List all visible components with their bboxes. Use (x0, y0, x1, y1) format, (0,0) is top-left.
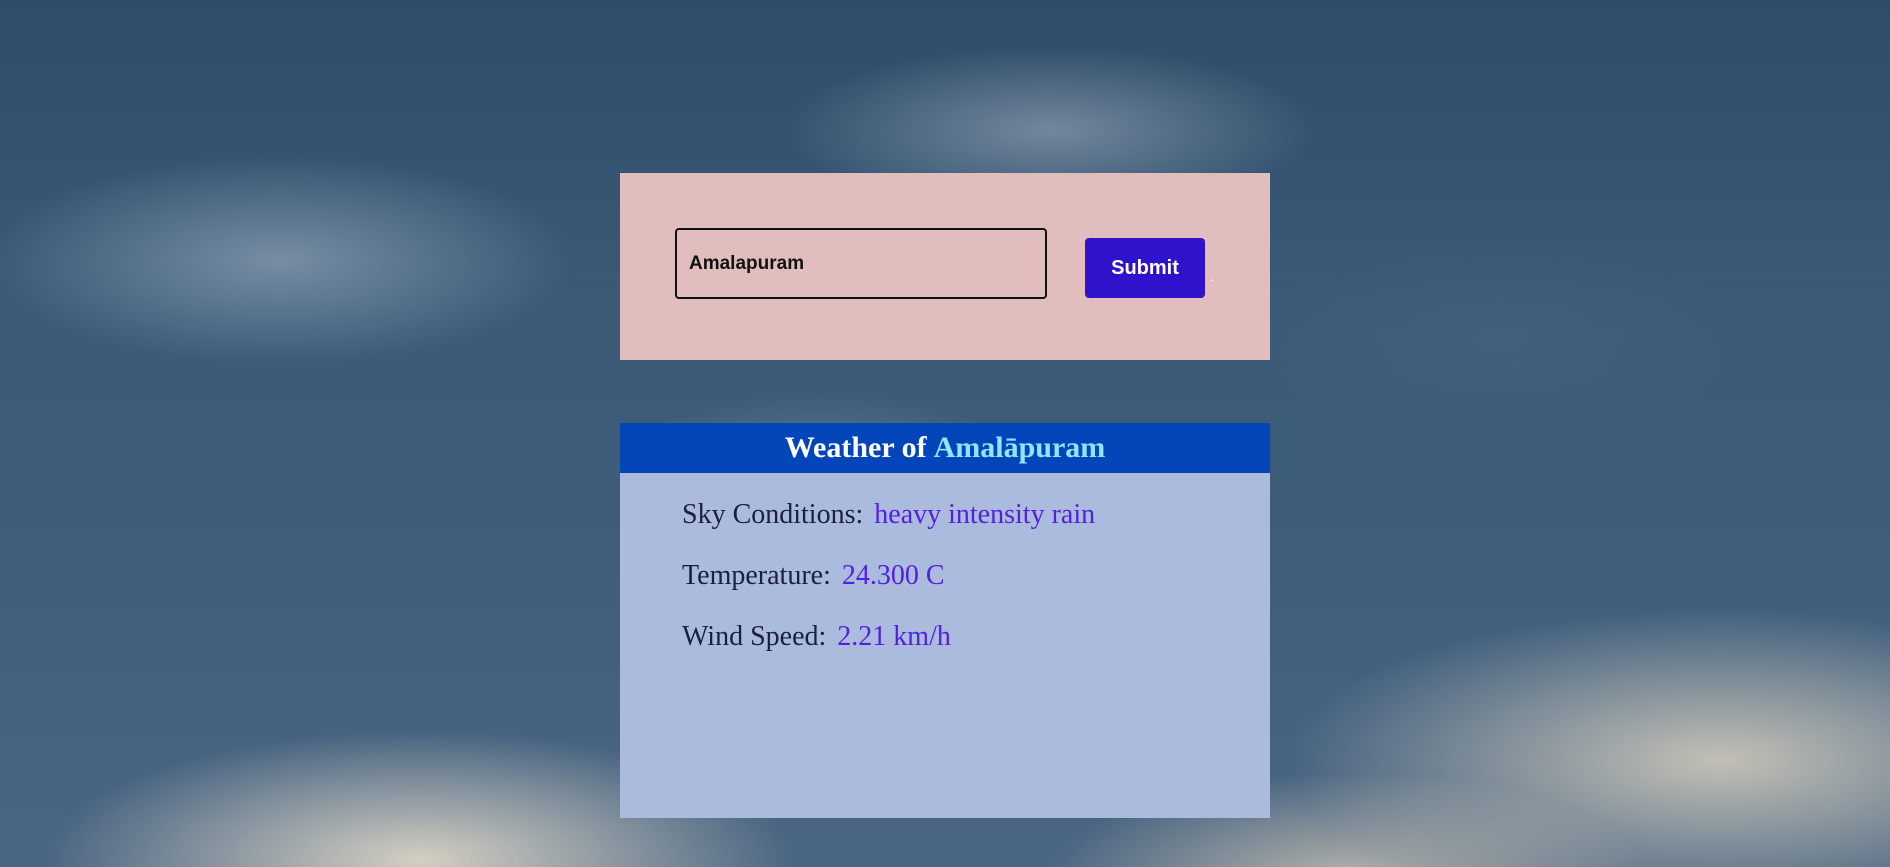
weather-city-name: Amalāpuram (933, 431, 1106, 464)
temperature-row: Temperature: 24.300 C (682, 558, 1270, 619)
trailing-dot: . (1210, 268, 1214, 284)
city-search-input[interactable] (675, 228, 1047, 299)
weather-app-page: { "search": { "value": "Amalapuram", "su… (0, 0, 1890, 867)
sky-conditions-row: Sky Conditions: heavy intensity rain (682, 497, 1270, 558)
weather-details: Sky Conditions: heavy intensity rain Tem… (620, 473, 1270, 680)
submit-button[interactable]: Submit (1085, 238, 1205, 298)
temperature-label: Temperature: (682, 560, 831, 591)
sky-conditions-value: heavy intensity rain (874, 499, 1096, 530)
wind-speed-row: Wind Speed: 2.21 km/h (682, 619, 1270, 680)
search-panel: Submit . (620, 173, 1270, 360)
weather-card-header: Weather of Amalāpuram (620, 423, 1270, 473)
wind-speed-value: 2.21 km/h (837, 621, 951, 652)
temperature-value: 24.300 C (841, 560, 945, 591)
weather-card: Weather of Amalāpuram Sky Conditions: he… (620, 423, 1270, 818)
weather-title-prefix: Weather of (784, 431, 927, 464)
sky-conditions-label: Sky Conditions: (682, 499, 864, 530)
wind-speed-label: Wind Speed: (682, 621, 827, 652)
